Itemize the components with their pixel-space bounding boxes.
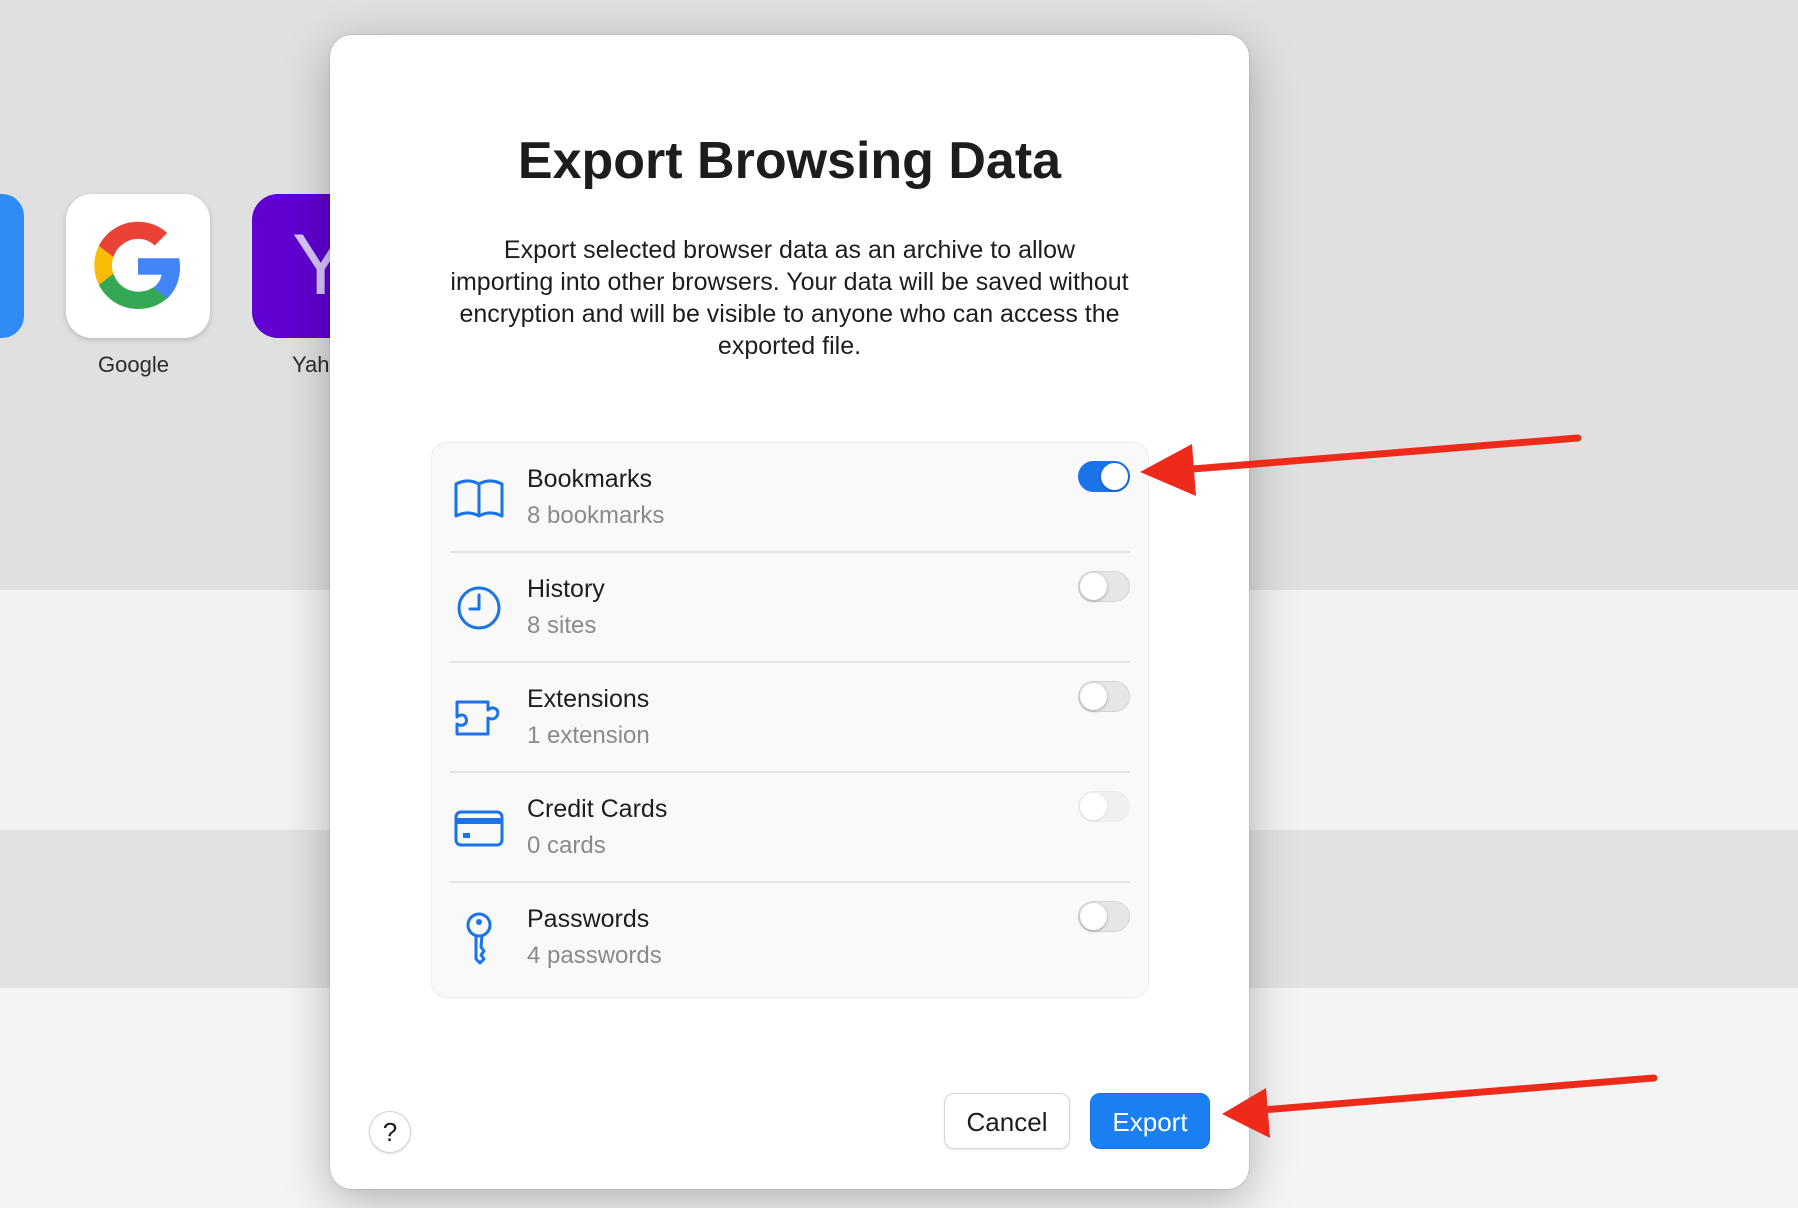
annotation-arrow-bookmarks: [1140, 434, 1582, 496]
annotation-arrow-export: [1222, 1074, 1658, 1138]
annotation-arrows: [1140, 434, 1658, 1138]
